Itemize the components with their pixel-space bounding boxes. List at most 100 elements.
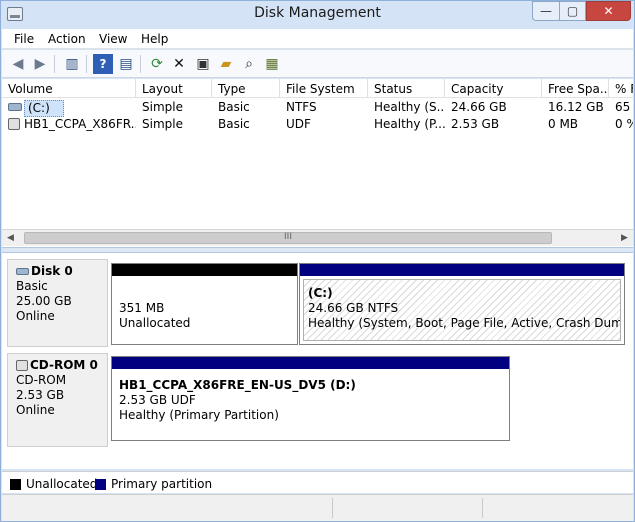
status-separator [482, 498, 483, 518]
volume-capacity: 24.66 GB [451, 100, 507, 114]
properties-icon[interactable]: ▤ [116, 54, 136, 74]
help-icon[interactable]: ? [93, 54, 113, 74]
volume-percent-free: 0 % [615, 117, 633, 131]
legend: Unallocated Primary partition [2, 471, 633, 493]
table-row[interactable]: (C:) Simple Basic NTFS Healthy (S... 24.… [2, 99, 633, 117]
cdrom-0-label[interactable]: CD-ROM 0 CD-ROM 2.53 GB Online [7, 353, 108, 447]
close-button[interactable]: ✕ [586, 1, 631, 21]
legend-primary-label: Primary partition [111, 477, 213, 491]
legend-unallocated-swatch [10, 479, 21, 490]
cdrom-0-name: CD-ROM 0 [30, 358, 98, 372]
column-volume[interactable]: Volume [2, 79, 136, 98]
toolbar: ◀ ▶ ▥ ? ▤ ⟳ ✕ ▣ ▰ ⌕ ▦ [2, 50, 633, 78]
cdrom-0-state: Online [16, 403, 55, 417]
volume-file-system: NTFS [286, 100, 317, 114]
partition-bar [300, 264, 624, 276]
cdrom-0-kind: CD-ROM [16, 373, 67, 387]
partition-status: Unallocated [119, 316, 191, 330]
cdrom-drive-icon [16, 360, 28, 371]
column-layout[interactable]: Layout [136, 79, 212, 98]
volume-status: Healthy (S... [374, 100, 445, 114]
close-icon: ✕ [603, 4, 614, 18]
menu-file[interactable]: File [14, 32, 34, 46]
volume-type: Basic [218, 117, 250, 131]
volume-list: Volume Layout Type File System Status Ca… [2, 79, 633, 249]
volume-name: HB1_CCPA_X86FR... [24, 117, 136, 131]
volume-free-space: 16.12 GB [548, 100, 604, 114]
disk-map-pane: Disk 0 Basic 25.00 GB Online 351 MB Unal… [2, 253, 633, 469]
legend-primary-swatch [95, 479, 106, 490]
column-file-system[interactable]: File System [280, 79, 368, 98]
volume-percent-free: 65 [615, 100, 631, 114]
partition-info: HB1_CCPA_X86FRE_EN-US_DV5 (D:) 2.53 GB U… [115, 372, 506, 437]
scroll-left-icon[interactable]: ◀ [2, 230, 19, 247]
cdrom-0-title: CD-ROM 0 [16, 358, 107, 373]
column-free-space[interactable]: Free Spa... [542, 79, 609, 98]
disk-0-kind: Basic [16, 279, 48, 293]
menu-bar: File Action View Help [2, 29, 633, 49]
toolbar-separator [86, 55, 87, 73]
partition-bar [112, 357, 509, 369]
partition-info: (C:) 24.66 GB NTFS Healthy (System, Boot… [303, 279, 621, 341]
partition-status: Healthy (Primary Partition) [119, 408, 279, 422]
disk-0-state: Online [16, 309, 55, 323]
status-separator [332, 498, 333, 518]
partition-size: 351 MB [119, 301, 165, 315]
hard-drive-icon [16, 268, 29, 275]
back-arrow-icon[interactable]: ◀ [8, 54, 28, 74]
title-bar[interactable]: Disk Management — ▢ ✕ [1, 1, 634, 29]
menu-action[interactable]: Action [48, 32, 86, 46]
cdrom-0-size: 2.53 GB [16, 388, 65, 402]
volume-capacity: 2.53 GB [451, 117, 500, 131]
hard-drive-icon [8, 103, 22, 111]
partition-size: 24.66 GB NTFS [308, 301, 399, 315]
column-type[interactable]: Type [212, 79, 280, 98]
minimize-icon: — [540, 4, 552, 18]
disk-management-window: Disk Management — ▢ ✕ File Action View H… [0, 0, 635, 522]
column-capacity[interactable]: Capacity [445, 79, 542, 98]
explore-icon[interactable]: ⌕ [239, 54, 259, 74]
partition-bar [112, 264, 297, 276]
status-bar [2, 494, 633, 521]
menu-help[interactable]: Help [141, 32, 168, 46]
volume-layout: Simple [142, 117, 183, 131]
volume-type: Basic [218, 100, 250, 114]
refresh-icon[interactable]: ⟳ [147, 54, 167, 74]
toolbar-separator [54, 55, 55, 73]
partition-title: (C:) [308, 286, 333, 300]
open-folder-icon[interactable]: ▰ [216, 54, 236, 74]
volume-file-system: UDF [286, 117, 311, 131]
table-row[interactable]: HB1_CCPA_X86FR... Simple Basic UDF Healt… [2, 116, 633, 133]
volume-status: Healthy (P... [374, 117, 445, 131]
volume-properties-icon[interactable]: ▣ [193, 54, 213, 74]
console-tree-icon[interactable]: ▥ [62, 54, 82, 74]
disk-0-title: Disk 0 [16, 264, 107, 279]
toolbar-separator [140, 55, 141, 73]
forward-arrow-icon[interactable]: ▶ [30, 54, 50, 74]
horizontal-scrollbar[interactable]: ◀ III ▶ [2, 229, 633, 246]
maximize-icon: ▢ [566, 4, 579, 18]
scroll-right-icon[interactable]: ▶ [616, 230, 633, 247]
volume-name: (C:) [24, 100, 64, 117]
volume-free-space: 0 MB [548, 117, 579, 131]
partition-c-drive[interactable]: (C:) 24.66 GB NTFS Healthy (System, Boot… [299, 263, 625, 345]
disk-0-label[interactable]: Disk 0 Basic 25.00 GB Online [7, 259, 108, 347]
partition-size: 2.53 GB UDF [119, 393, 196, 407]
disk-0-size: 25.00 GB [16, 294, 72, 308]
menu-view[interactable]: View [99, 32, 127, 46]
partition-d-drive[interactable]: HB1_CCPA_X86FRE_EN-US_DV5 (D:) 2.53 GB U… [111, 356, 510, 441]
volume-layout: Simple [142, 100, 183, 114]
legend-unallocated-label: Unallocated [26, 477, 98, 491]
scroll-thumb[interactable]: III [24, 232, 552, 244]
partition-title: HB1_CCPA_X86FRE_EN-US_DV5 (D:) [119, 378, 356, 392]
delete-icon[interactable]: ✕ [169, 54, 189, 74]
partition-status: Healthy (System, Boot, Page File, Active… [308, 316, 620, 330]
partition-unallocated[interactable]: 351 MB Unallocated [111, 263, 298, 345]
minimize-button[interactable]: — [532, 1, 559, 21]
disk-0-name: Disk 0 [31, 264, 73, 278]
disk-settings-icon[interactable]: ▦ [262, 54, 282, 74]
column-percent-free[interactable]: % F [609, 79, 633, 98]
column-status[interactable]: Status [368, 79, 445, 98]
cdrom-drive-icon [8, 118, 20, 130]
maximize-button[interactable]: ▢ [559, 1, 586, 21]
